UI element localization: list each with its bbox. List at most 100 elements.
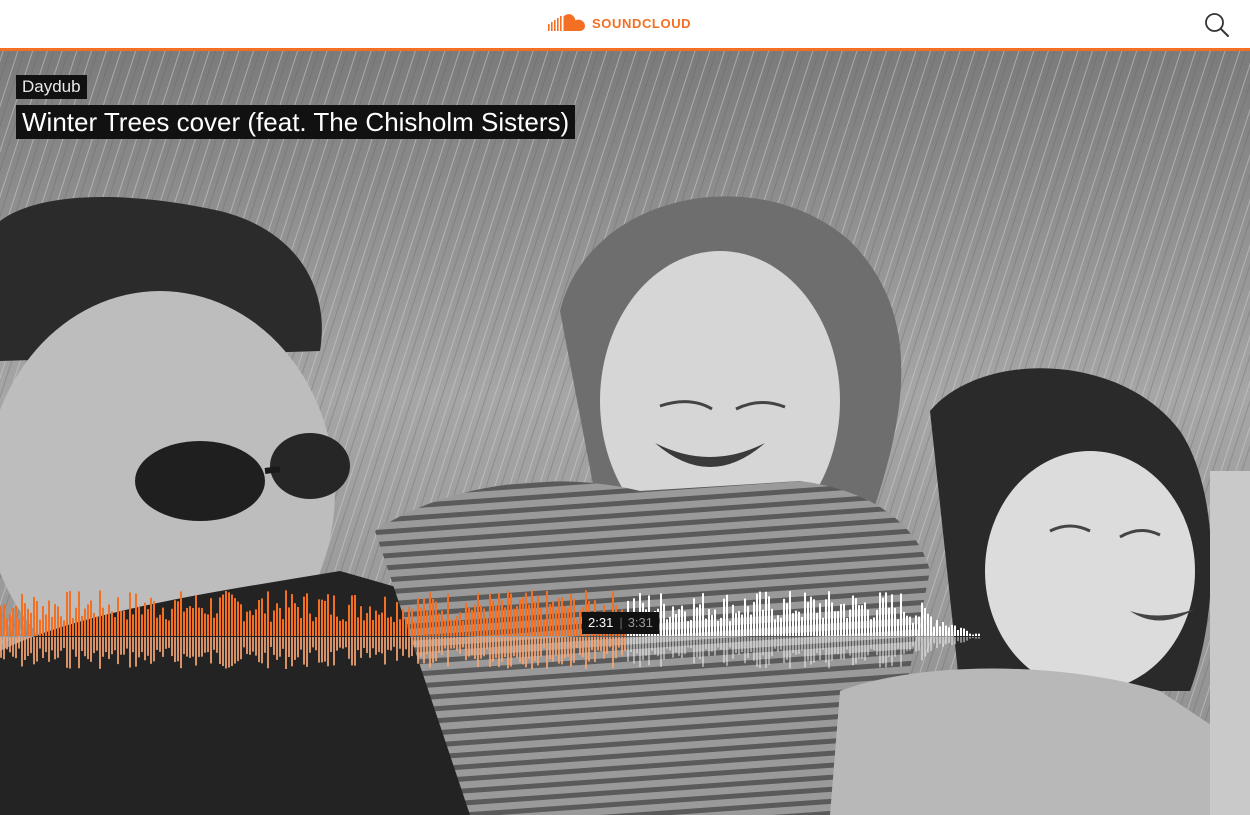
waveform-bar bbox=[963, 628, 965, 636]
waveform-bar bbox=[879, 592, 881, 636]
waveform-reflection-bar bbox=[909, 637, 911, 651]
waveform-bar bbox=[387, 617, 389, 636]
waveform-reflection-bar bbox=[561, 637, 563, 665]
waveform-reflection-bar bbox=[750, 637, 752, 652]
waveform-bar bbox=[51, 616, 53, 636]
waveform-reflection-bar bbox=[324, 637, 326, 662]
waveform-bar bbox=[492, 600, 494, 636]
waveform-reflection-bar bbox=[546, 637, 548, 669]
waveform-reflection-bar bbox=[819, 637, 821, 660]
waveform-bar bbox=[789, 591, 791, 636]
waveform-reflection-bar bbox=[564, 637, 566, 659]
search-button[interactable] bbox=[1202, 10, 1232, 40]
waveform-reflection-bar bbox=[798, 637, 800, 654]
waveform-reflection-bar bbox=[615, 637, 617, 659]
waveform-reflection-bar bbox=[675, 637, 677, 653]
waveform-bar bbox=[315, 617, 317, 636]
artist-name[interactable]: Daydub bbox=[16, 75, 87, 99]
waveform-bar bbox=[720, 617, 722, 636]
waveform-reflection-bar bbox=[375, 637, 377, 655]
waveform-reflection-bar bbox=[66, 637, 68, 668]
waveform-reflection-bar bbox=[846, 637, 848, 650]
waveform-reflection-bar bbox=[141, 637, 143, 653]
waveform-reflection-bar bbox=[51, 637, 53, 651]
track-title[interactable]: Winter Trees cover (feat. The Chisholm S… bbox=[16, 105, 576, 139]
waveform-reflection-bar bbox=[795, 637, 797, 655]
waveform-reflection-bar bbox=[399, 637, 401, 649]
waveform-reflection-bar bbox=[801, 637, 803, 651]
waveform-reflection-bar bbox=[498, 637, 500, 668]
waveform-bar bbox=[564, 605, 566, 636]
waveform-reflection-bar bbox=[666, 637, 668, 649]
waveform-bar bbox=[687, 621, 689, 636]
waveform-reflection-bar bbox=[459, 637, 461, 654]
waveform-bar bbox=[537, 595, 539, 636]
waveform-reflection-bar bbox=[342, 637, 344, 649]
waveform-bar bbox=[192, 607, 194, 636]
waveform-reflection-bar bbox=[708, 637, 710, 656]
waveform-reflection-bar bbox=[882, 637, 884, 664]
waveform-bar bbox=[540, 607, 542, 636]
waveform-bar bbox=[330, 614, 332, 636]
waveform-bar bbox=[462, 621, 464, 636]
brand-wordmark: SOUNDCLOUD bbox=[592, 15, 692, 31]
waveform-bar bbox=[30, 612, 32, 636]
waveform-bar bbox=[234, 598, 236, 636]
waveform-bar bbox=[345, 621, 347, 636]
waveform-reflection-bar bbox=[393, 637, 395, 647]
waveform-reflection-bar bbox=[558, 637, 560, 664]
waveform-reflection-bar bbox=[0, 637, 2, 658]
waveform-bar bbox=[786, 603, 788, 636]
waveform-bar bbox=[171, 608, 173, 636]
waveform-reflection-bar bbox=[330, 637, 332, 652]
waveform-reflection-bar bbox=[237, 637, 239, 662]
waveform-bar bbox=[768, 596, 770, 636]
waveform-bar bbox=[570, 593, 572, 636]
waveform-bar bbox=[543, 619, 545, 636]
waveform-bar bbox=[363, 620, 365, 636]
waveform-bar bbox=[105, 614, 107, 636]
waveform-bar bbox=[222, 594, 224, 636]
waveform-reflection-bar bbox=[240, 637, 242, 660]
waveform-reflection-bar bbox=[189, 637, 191, 658]
waveform-bar bbox=[402, 609, 404, 636]
waveform-bar bbox=[474, 604, 476, 636]
waveform-bar bbox=[210, 598, 212, 636]
waveform-bar bbox=[204, 613, 206, 636]
waveform-reflection-bar bbox=[651, 637, 653, 651]
waveform-bar bbox=[294, 603, 296, 636]
waveform-reflection-bar bbox=[813, 637, 815, 663]
waveform-bar bbox=[555, 609, 557, 636]
waveform-reflection-bar bbox=[423, 637, 425, 664]
waveform-bar bbox=[678, 609, 680, 636]
soundcloud-logo[interactable]: SOUNDCLOUD bbox=[548, 12, 691, 34]
waveform-reflection-bar bbox=[825, 637, 827, 663]
waveform-reflection-bar bbox=[360, 637, 362, 658]
waveform-reflection-bar bbox=[348, 637, 350, 659]
waveform-bar bbox=[432, 599, 434, 636]
waveform-reflection-bar bbox=[480, 637, 482, 659]
waveform-reflection-bar bbox=[183, 637, 185, 655]
waveform-bar bbox=[738, 610, 740, 636]
waveform-reflection-bar bbox=[540, 637, 542, 657]
waveform-bar bbox=[876, 609, 878, 636]
waveform-reflection-bar bbox=[174, 637, 176, 663]
waveform-reflection-bar bbox=[945, 637, 947, 645]
waveform-bar bbox=[255, 609, 257, 636]
waveform-reflection-bar bbox=[933, 637, 935, 644]
waveform-reflection-bar bbox=[528, 637, 530, 660]
waveform-reflection-bar bbox=[387, 637, 389, 650]
waveform-reflection-bar bbox=[444, 637, 446, 649]
waveform-bar bbox=[765, 591, 767, 636]
waveform-reflection-bar bbox=[144, 637, 146, 661]
waveform-bar bbox=[252, 615, 254, 636]
time-display: 2:31 | 3:31 bbox=[582, 612, 660, 634]
waveform-reflection-bar bbox=[861, 637, 863, 659]
waveform-bar bbox=[918, 616, 920, 636]
waveform-bar bbox=[936, 620, 938, 636]
waveform-bar bbox=[792, 613, 794, 636]
waveform-bar bbox=[441, 610, 443, 636]
waveform-bar bbox=[438, 613, 440, 636]
waveform-reflection-bar bbox=[42, 637, 44, 658]
waveform-bar bbox=[759, 591, 761, 636]
